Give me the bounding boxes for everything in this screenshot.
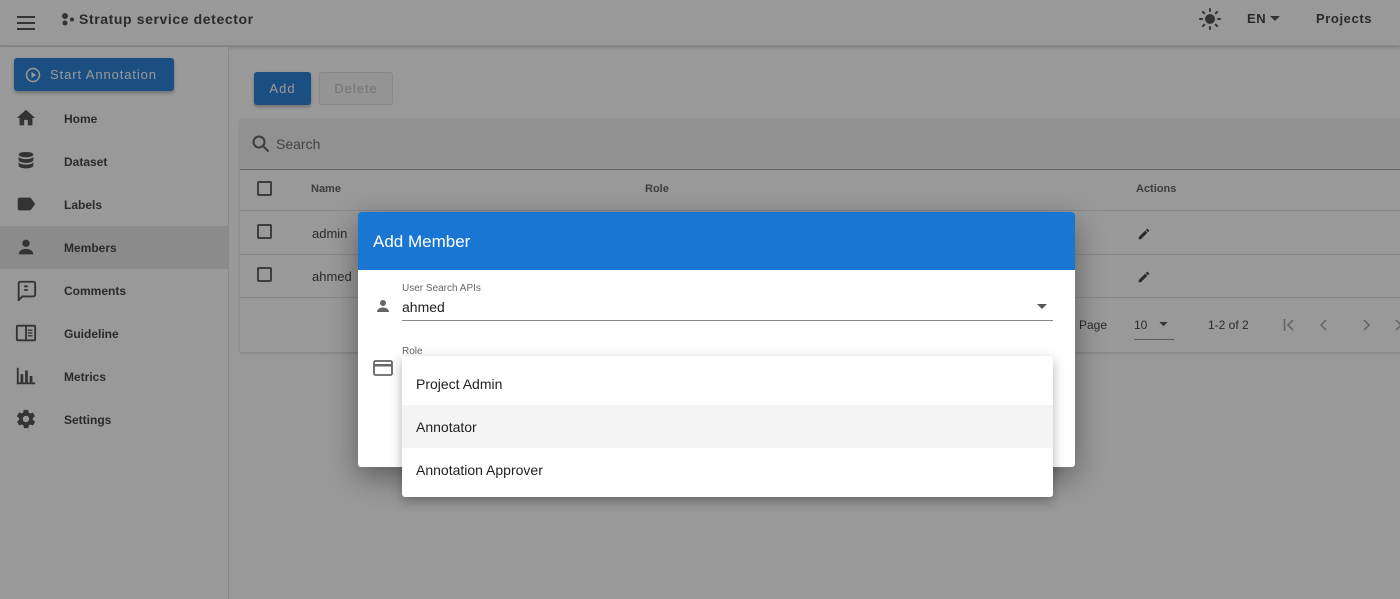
role-dropdown-menu: Project Admin Annotator Annotation Appro… [402, 356, 1053, 497]
dialog-header: Add Member [358, 212, 1075, 270]
user-search-input[interactable]: ahmed [402, 299, 445, 315]
card-icon [373, 360, 393, 376]
person-icon [377, 300, 389, 312]
role-option-project-admin[interactable]: Project Admin [402, 362, 1053, 405]
dialog-title: Add Member [373, 232, 471, 251]
role-option-annotator[interactable]: Annotator [402, 405, 1053, 448]
role-option-annotation-approver[interactable]: Annotation Approver [402, 448, 1053, 491]
dropdown-arrow-icon[interactable] [1037, 304, 1047, 309]
user-search-label: User Search APIs [402, 283, 481, 294]
user-search-underline [402, 320, 1053, 321]
